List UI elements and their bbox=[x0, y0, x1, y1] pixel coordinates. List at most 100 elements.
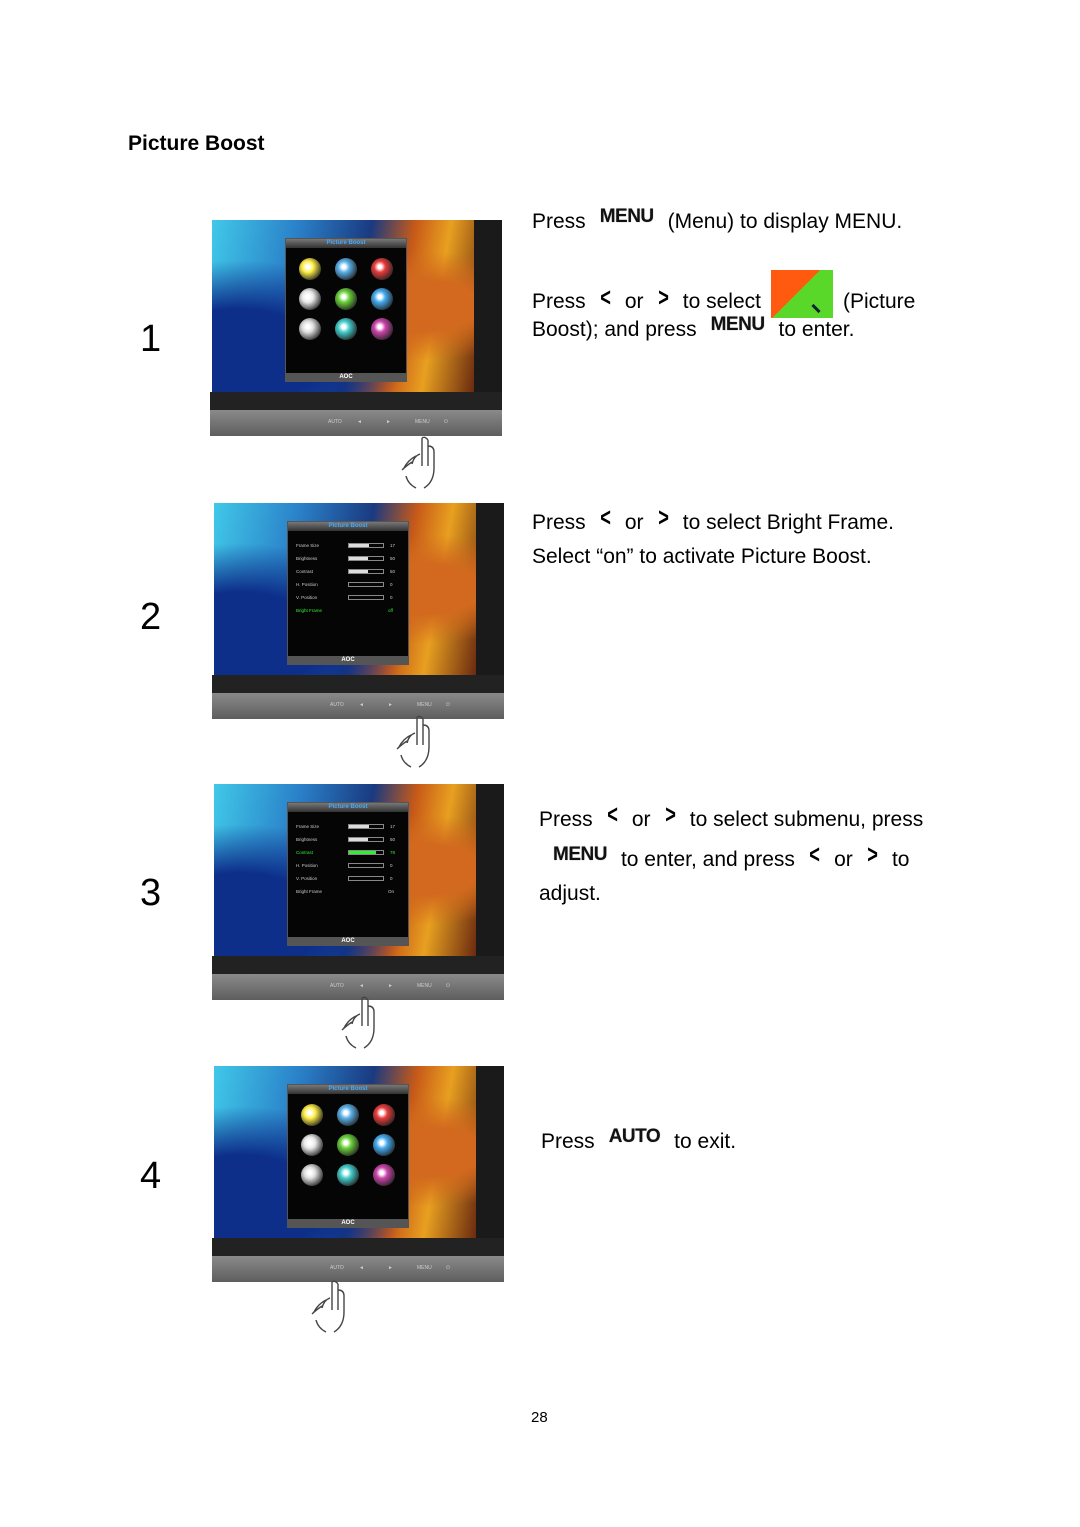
osd-row-label: Contrast bbox=[296, 569, 314, 574]
bezel-button-label[interactable]: MENU bbox=[417, 983, 432, 989]
osd-row[interactable]: Bright Frame On bbox=[288, 885, 408, 898]
osd-row-label: Frame Size bbox=[296, 543, 320, 548]
chevron-left-icon: < bbox=[599, 502, 611, 532]
color-setup-icon[interactable] bbox=[373, 1104, 395, 1126]
picture-boost-icon-left[interactable] bbox=[301, 1134, 323, 1156]
monitor-frame bbox=[212, 675, 504, 695]
bezel-button-label[interactable]: AUTO bbox=[328, 419, 342, 425]
osd-title: Picture Boost bbox=[288, 1085, 408, 1094]
osd-setup-icon[interactable] bbox=[371, 288, 393, 310]
picture-boost-icon[interactable] bbox=[337, 1134, 359, 1156]
bezel-button-label[interactable]: ◄ bbox=[359, 983, 364, 989]
osd-slider[interactable] bbox=[348, 582, 384, 587]
osd-slider[interactable] bbox=[348, 543, 384, 548]
brightness-icon[interactable] bbox=[299, 258, 321, 280]
bezel-button-label[interactable]: ⏻ bbox=[446, 983, 450, 989]
osd-slider[interactable] bbox=[348, 850, 384, 855]
extra-icon[interactable] bbox=[299, 318, 321, 340]
extra-icon[interactable] bbox=[301, 1164, 323, 1186]
osd-row[interactable]: H. Position 0 bbox=[288, 859, 408, 872]
osd-slider[interactable] bbox=[348, 569, 384, 574]
osd-row-value: 17 bbox=[390, 543, 396, 548]
image-setup-icon[interactable] bbox=[337, 1104, 359, 1126]
osd-slider[interactable] bbox=[348, 876, 384, 881]
bezel-button-label[interactable]: ⏻ bbox=[446, 702, 450, 708]
instruction-text-segment: Press bbox=[532, 290, 586, 313]
step-number: 3 bbox=[140, 872, 162, 914]
osd-row[interactable]: Frame Size 17 bbox=[288, 820, 408, 833]
bezel-button-label[interactable]: ► bbox=[388, 702, 393, 708]
osd-row[interactable]: Contrast 78 bbox=[288, 846, 408, 859]
image-setup-icon[interactable] bbox=[335, 258, 357, 280]
auto-key-label: AUTO bbox=[608, 1126, 661, 1148]
osd-row-label: Contrast bbox=[296, 850, 314, 855]
page-number: 28 bbox=[531, 1409, 548, 1426]
bezel-button-label[interactable]: AUTO bbox=[330, 702, 344, 708]
osd-row[interactable]: Brightness 50 bbox=[288, 552, 408, 565]
bezel-button-label[interactable]: ⏻ bbox=[446, 1265, 450, 1271]
chevron-right-icon: > bbox=[867, 839, 878, 869]
osd-row-label: V. Position bbox=[296, 876, 318, 881]
osd-row[interactable]: Frame Size 17 bbox=[288, 539, 408, 552]
color-setup-icon[interactable] bbox=[371, 258, 393, 280]
instruction-line: MENU to enter, and press < or > to bbox=[539, 839, 910, 875]
bezel-button-label[interactable]: AUTO bbox=[330, 1265, 344, 1271]
bezel-button-label[interactable]: ◄ bbox=[357, 419, 362, 425]
instruction-text-segment: or bbox=[631, 807, 651, 831]
instruction-line: Boost); and press MENU to enter. bbox=[532, 314, 854, 342]
osd-menu: Picture Boost AOC bbox=[287, 1084, 409, 1228]
osd-row-value: 17 bbox=[390, 824, 396, 829]
instruction-text-segment: to select bbox=[682, 290, 761, 313]
picture-boost-icon-left[interactable] bbox=[299, 288, 321, 310]
osd-row-label: V. Position bbox=[296, 595, 318, 600]
bezel-button-label[interactable]: ► bbox=[386, 419, 391, 425]
monitor-frame bbox=[212, 956, 504, 976]
monitor-screen: Picture Boost Frame Size 17 Brightness 50 Con… bbox=[214, 503, 476, 675]
monitor-frame bbox=[476, 1066, 504, 1251]
osd-row[interactable]: Contrast 50 bbox=[288, 565, 408, 578]
bezel-button-label[interactable]: ⏻ bbox=[444, 419, 448, 425]
brightness-icon[interactable] bbox=[301, 1104, 323, 1126]
instruction-text-segment: Press bbox=[532, 510, 586, 534]
instruction-text-segment: Press bbox=[541, 1130, 595, 1154]
menu-key-label: MENU bbox=[553, 843, 607, 865]
osd-row[interactable]: V. Position 0 bbox=[288, 872, 408, 885]
osd-slider[interactable] bbox=[348, 837, 384, 842]
instruction-text-segment: to select submenu, press bbox=[689, 807, 924, 831]
osd-title: Picture Boost bbox=[288, 803, 408, 812]
instruction-line: Select “on” to activate Picture Boost. bbox=[532, 545, 872, 569]
monitor-screen: Picture Boost AOC bbox=[214, 1066, 476, 1238]
instruction-text-segment: to bbox=[891, 847, 910, 871]
bezel-button-label[interactable]: ◄ bbox=[359, 1265, 364, 1271]
exit-icon[interactable] bbox=[373, 1164, 395, 1186]
bezel-button-label[interactable]: MENU bbox=[417, 1265, 432, 1271]
osd-slider[interactable] bbox=[348, 863, 384, 868]
osd-row[interactable]: H. Position 0 bbox=[288, 578, 408, 591]
osd-setup-icon[interactable] bbox=[373, 1134, 395, 1156]
osd-slider[interactable] bbox=[348, 595, 384, 600]
osd-slider[interactable] bbox=[348, 556, 384, 561]
osd-row-value: 78 bbox=[390, 850, 396, 855]
bezel-button-label[interactable]: ► bbox=[388, 983, 393, 989]
osd-row-value: 0 bbox=[390, 863, 393, 868]
osd-logo: AOC bbox=[286, 373, 406, 381]
bezel-button-label[interactable]: ► bbox=[388, 1265, 393, 1271]
bezel-button-label[interactable]: MENU bbox=[417, 702, 432, 708]
chevron-left-icon: < bbox=[606, 799, 618, 829]
osd-row[interactable]: Bright Frame off bbox=[288, 604, 408, 617]
chevron-right-icon: > bbox=[657, 281, 669, 312]
osd-row[interactable]: V. Position 0 bbox=[288, 591, 408, 604]
osd-slider[interactable] bbox=[348, 824, 384, 829]
bezel-button-label[interactable]: AUTO bbox=[330, 983, 344, 989]
osd-menu: Picture Boost Frame Size 17 Brightness 50 Con… bbox=[287, 521, 409, 665]
osd-logo: AOC bbox=[288, 937, 408, 945]
reset-icon[interactable] bbox=[337, 1164, 359, 1186]
bezel-button-label[interactable]: MENU bbox=[415, 419, 430, 425]
osd-row[interactable]: Brightness 50 bbox=[288, 833, 408, 846]
osd-submenu: Frame Size 17 Brightness 50 Contrast 78 H. Pos… bbox=[288, 812, 408, 898]
reset-icon[interactable] bbox=[335, 318, 357, 340]
bezel-button-label[interactable]: ◄ bbox=[359, 702, 364, 708]
exit-icon[interactable] bbox=[371, 318, 393, 340]
picture-boost-icon[interactable] bbox=[335, 288, 357, 310]
instruction-text-segment: or bbox=[834, 847, 853, 871]
